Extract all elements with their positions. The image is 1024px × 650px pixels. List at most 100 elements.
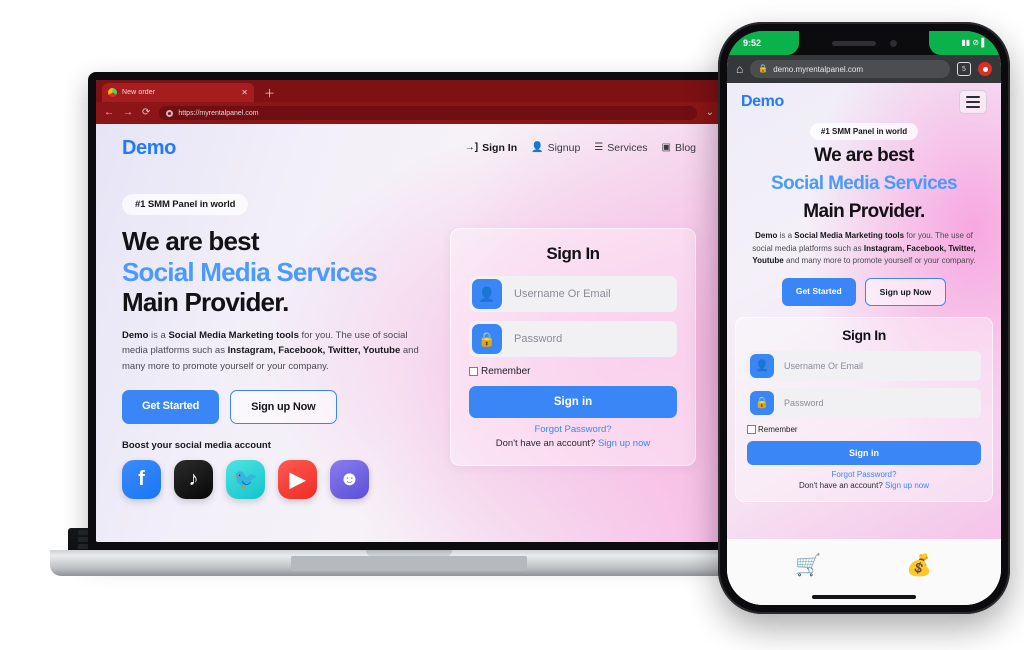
phone-hero-line3: Main Provider. [803, 200, 925, 222]
user-icon: 👤 [750, 353, 774, 378]
front-camera-icon [889, 39, 897, 47]
phone-get-started-button[interactable]: Get Started [781, 277, 856, 306]
screenshot-stage: New order ✕ ＋ ← → ⟳ https://myrentalpane… [0, 0, 1024, 650]
remember-label: Remember [481, 366, 531, 377]
sign-up-now-button[interactable]: Sign up Now [230, 390, 337, 425]
browser-tab[interactable]: New order ✕ [102, 83, 254, 102]
sign-in-icon: →] [464, 142, 479, 153]
phone-home-indicator[interactable] [812, 595, 916, 599]
phone-sign-in-button[interactable]: Sign in [747, 440, 981, 465]
reload-icon[interactable]: ⟳ [142, 108, 150, 118]
facebook-icon[interactable]: f [122, 460, 161, 500]
new-tab-icon[interactable]: ＋ [264, 89, 275, 100]
favicon-icon [108, 88, 117, 97]
browser-tab-strip: New order ✕ ＋ [96, 80, 722, 102]
phone-password-field[interactable]: 🔒 Password [747, 387, 981, 418]
laptop-trackpad[interactable] [291, 556, 527, 571]
nav-label: Sign In [482, 142, 518, 154]
main-nav: →] Sign In 👤 Signup ☰ Services ▣ Blog [465, 142, 696, 154]
status-icons: ▮▮ ⊘ ▌ [929, 31, 1001, 55]
phone-status-bar: 9:52 ▮▮ ⊘ ▌ [727, 31, 1001, 55]
remember-row[interactable]: Remember [469, 366, 677, 377]
discord-icon[interactable]: ☻ [330, 460, 369, 500]
site-header: Demo →] Sign In 👤 Signup ☰ Services ▣ Bl… [96, 124, 722, 172]
phone-remember-row[interactable]: Remember [747, 424, 981, 434]
phone-hero-badge: #1 SMM Panel in world [809, 123, 919, 140]
phone-hero-section: #1 SMM Panel in world We are best Social… [727, 121, 1001, 306]
phone-device: 9:52 ▮▮ ⊘ ▌ ⌂ 🔒 demo.myrentalpanel.com 5… [718, 22, 1010, 614]
shopping-cart-icon[interactable]: 🛒 [795, 555, 821, 576]
hamburger-menu-icon[interactable] [959, 90, 987, 114]
youtube-icon[interactable]: ▶ [278, 460, 317, 500]
nav-label: Blog [674, 142, 696, 154]
browser-menu-icon[interactable]: ⌄ [706, 108, 714, 118]
lock-icon: 🔒 [758, 64, 769, 73]
phone-password-input[interactable]: Password [777, 398, 981, 408]
forward-icon[interactable]: → [123, 108, 133, 118]
phone-hero-line2: Social Media Services [771, 172, 958, 194]
phone-no-account-row: Don't have an account? Sign up now [747, 481, 981, 490]
phone-hero-buttons: Get Started Sign up Now [739, 277, 989, 306]
sign-up-now-link[interactable]: Sign up now [598, 438, 650, 449]
hero-paragraph: Demo is a Social Media Marketing tools f… [122, 330, 419, 372]
phone-hero-paragraph: Demo is a Social Media Marketing tools f… [752, 231, 976, 266]
site-info-icon [166, 109, 174, 117]
tiktok-icon[interactable]: ♪ [174, 460, 213, 500]
laptop-viewport: New order ✕ ＋ ← → ⟳ https://myrentalpane… [96, 80, 722, 542]
phone-browser-bar: ⌂ 🔒 demo.myrentalpanel.com 5 [727, 55, 1001, 83]
lock-icon: 🔒 [750, 390, 774, 415]
password-field[interactable]: 🔒 Password [469, 321, 677, 357]
back-icon[interactable]: ← [104, 108, 114, 118]
earpiece-speaker [831, 40, 876, 46]
phone-username-field[interactable]: 👤 Username Or Email [747, 350, 981, 381]
remember-checkbox[interactable] [469, 367, 478, 376]
nav-item-sign-in[interactable]: →] Sign In [465, 142, 517, 154]
phone-remember-checkbox[interactable] [747, 424, 756, 434]
twitter-icon[interactable]: 🐦 [226, 460, 265, 500]
sign-in-title: Sign In [546, 244, 600, 263]
browser-menu-icon[interactable] [978, 62, 992, 76]
close-icon[interactable]: ✕ [241, 88, 248, 97]
nav-item-services[interactable]: ☰ Services [594, 142, 647, 154]
phone-frame: 9:52 ▮▮ ⊘ ▌ ⌂ 🔒 demo.myrentalpanel.com 5… [718, 22, 1010, 614]
get-started-button[interactable]: Get Started [122, 390, 220, 425]
lock-icon: 🔒 [472, 324, 502, 354]
phone-no-account-text: Don't have an account? [798, 480, 885, 490]
phone-url-text: demo.myrentalpanel.com [773, 64, 864, 74]
sign-in-card: Sign In 👤 Username Or Email 🔒 Password R… [450, 228, 696, 466]
site-logo[interactable]: Demo [122, 137, 176, 160]
phone-sign-in-card: Sign In 👤 Username Or Email 🔒 Password R… [735, 316, 993, 502]
sign-in-button[interactable]: Sign in [469, 386, 677, 418]
browser-omnibar: ← → ⟳ https://myrentalpanel.com ⌄ [96, 102, 722, 124]
boost-label: Boost your social media account [122, 440, 271, 452]
phone-page: Demo #1 SMM Panel in world We are best S… [727, 83, 1001, 605]
phone-site-logo[interactable]: Demo [741, 93, 784, 111]
hero-heading-line2: Social Media Services [122, 256, 378, 287]
tab-switcher-icon[interactable]: 5 [957, 62, 971, 76]
hero-heading-line3: Main Provider. [122, 287, 289, 318]
money-bag-icon[interactable]: 💰 [906, 555, 932, 576]
username-field[interactable]: 👤 Username Or Email [469, 276, 677, 312]
phone-username-input[interactable]: Username Or Email [777, 361, 981, 371]
hero-heading-line1: We are best [122, 226, 259, 256]
forgot-password-link[interactable]: Forgot Password? [469, 424, 677, 435]
hero-buttons: Get Started Sign up Now [122, 390, 432, 425]
home-icon[interactable]: ⌂ [736, 63, 743, 75]
hero-copy: #1 SMM Panel in world We are best Social… [122, 180, 432, 500]
username-input[interactable]: Username Or Email [505, 288, 677, 300]
phone-site-header: Demo [727, 83, 1001, 121]
phone-sign-up-now-button[interactable]: Sign up Now [864, 277, 947, 306]
user-plus-icon: 👤 [531, 142, 544, 153]
phone-sign-up-now-link[interactable]: Sign up now [885, 481, 929, 490]
url-bar[interactable]: https://myrentalpanel.com [159, 106, 697, 120]
password-input[interactable]: Password [505, 333, 677, 345]
phone-url-bar[interactable]: 🔒 demo.myrentalpanel.com [750, 60, 950, 78]
laptop-device: New order ✕ ＋ ← → ⟳ https://myrentalpane… [50, 72, 768, 576]
phone-forgot-password-link[interactable]: Forgot Password? [747, 470, 981, 479]
nav-label: Signup [547, 142, 581, 154]
article-icon: ▣ [661, 142, 671, 153]
nav-item-blog[interactable]: ▣ Blog [662, 142, 696, 154]
social-icon-row: f ♪ 🐦 ▶ ☻ [122, 460, 432, 500]
nav-item-signup[interactable]: 👤 Signup [531, 142, 580, 154]
no-account-text: Don't have an account? [495, 438, 598, 449]
